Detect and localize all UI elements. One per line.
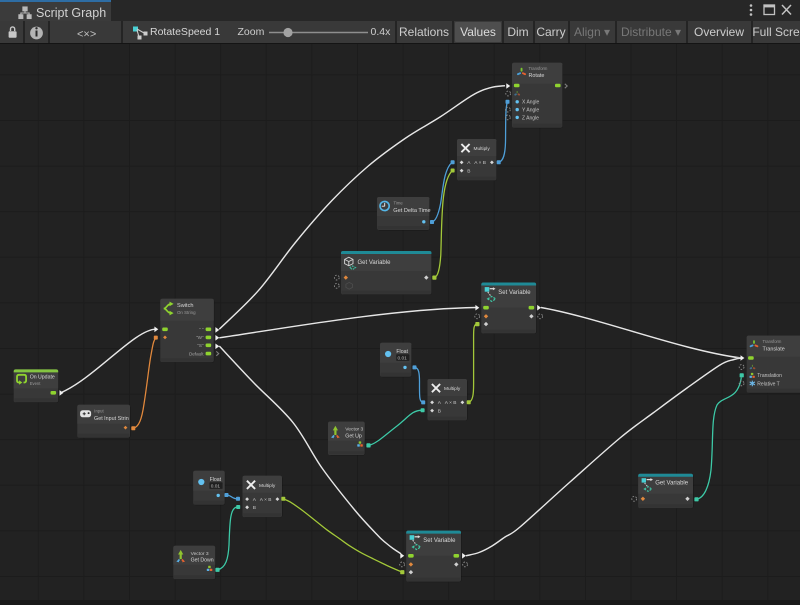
svg-text:B: B	[438, 408, 441, 414]
svg-text:“S”: “S”	[197, 343, 204, 348]
svg-text:0.01: 0.01	[211, 484, 221, 490]
svg-text:Switch: Switch	[177, 303, 193, 309]
svg-text:Get Delta Time: Get Delta Time	[393, 208, 430, 214]
svg-text:Get Up: Get Up	[345, 433, 362, 439]
svg-text:“W”: “W”	[196, 335, 204, 340]
svg-text:<×>: <×>	[77, 29, 96, 41]
svg-text:X Angle: X Angle	[522, 100, 539, 106]
svg-text:A × B: A × B	[260, 497, 272, 503]
svg-text:Get Down: Get Down	[191, 557, 214, 563]
svg-text:Float: Float	[210, 477, 222, 483]
svg-text:Z Angle: Z Angle	[522, 115, 539, 121]
svg-text:On String: On String	[177, 310, 196, 315]
svg-text:Relative T: Relative T	[757, 381, 779, 387]
svg-text:Multiply: Multiply	[444, 386, 461, 392]
svg-text:Transform: Transform	[763, 339, 782, 344]
svg-text:Set Variable: Set Variable	[423, 538, 456, 544]
svg-text:Vector 3: Vector 3	[191, 551, 209, 557]
svg-text:Transform: Transform	[529, 66, 548, 71]
svg-text:Y Angle: Y Angle	[522, 108, 539, 114]
svg-text:Translate: Translate	[763, 347, 785, 353]
svg-text:A × B: A × B	[474, 160, 486, 166]
svg-text:Rotate: Rotate	[529, 73, 545, 79]
svg-text:Get Variable: Get Variable	[655, 480, 689, 486]
svg-text:B: B	[253, 505, 256, 511]
svg-text:B: B	[467, 168, 470, 174]
svg-text:Float: Float	[396, 349, 408, 355]
svg-text:Default: Default	[189, 351, 204, 356]
svg-text:Multiply: Multiply	[474, 146, 491, 152]
svg-text:Set Variable: Set Variable	[498, 290, 531, 296]
svg-text:Get Variable: Get Variable	[358, 260, 392, 266]
svg-text:Vector 3: Vector 3	[345, 427, 363, 433]
svg-text:Event: Event	[30, 381, 42, 386]
svg-text:On Update: On Update	[30, 375, 55, 381]
svg-text:A × B: A × B	[445, 400, 457, 406]
svg-text:Time: Time	[394, 200, 404, 205]
svg-text:“ ”: “ ”	[199, 327, 204, 332]
svg-text:Get Input Strin: Get Input Strin	[94, 416, 129, 422]
svg-text:Input: Input	[94, 409, 104, 414]
svg-text:Multiply: Multiply	[259, 483, 276, 489]
svg-text:0.01: 0.01	[398, 356, 408, 362]
svg-text:Translation: Translation	[757, 373, 782, 379]
